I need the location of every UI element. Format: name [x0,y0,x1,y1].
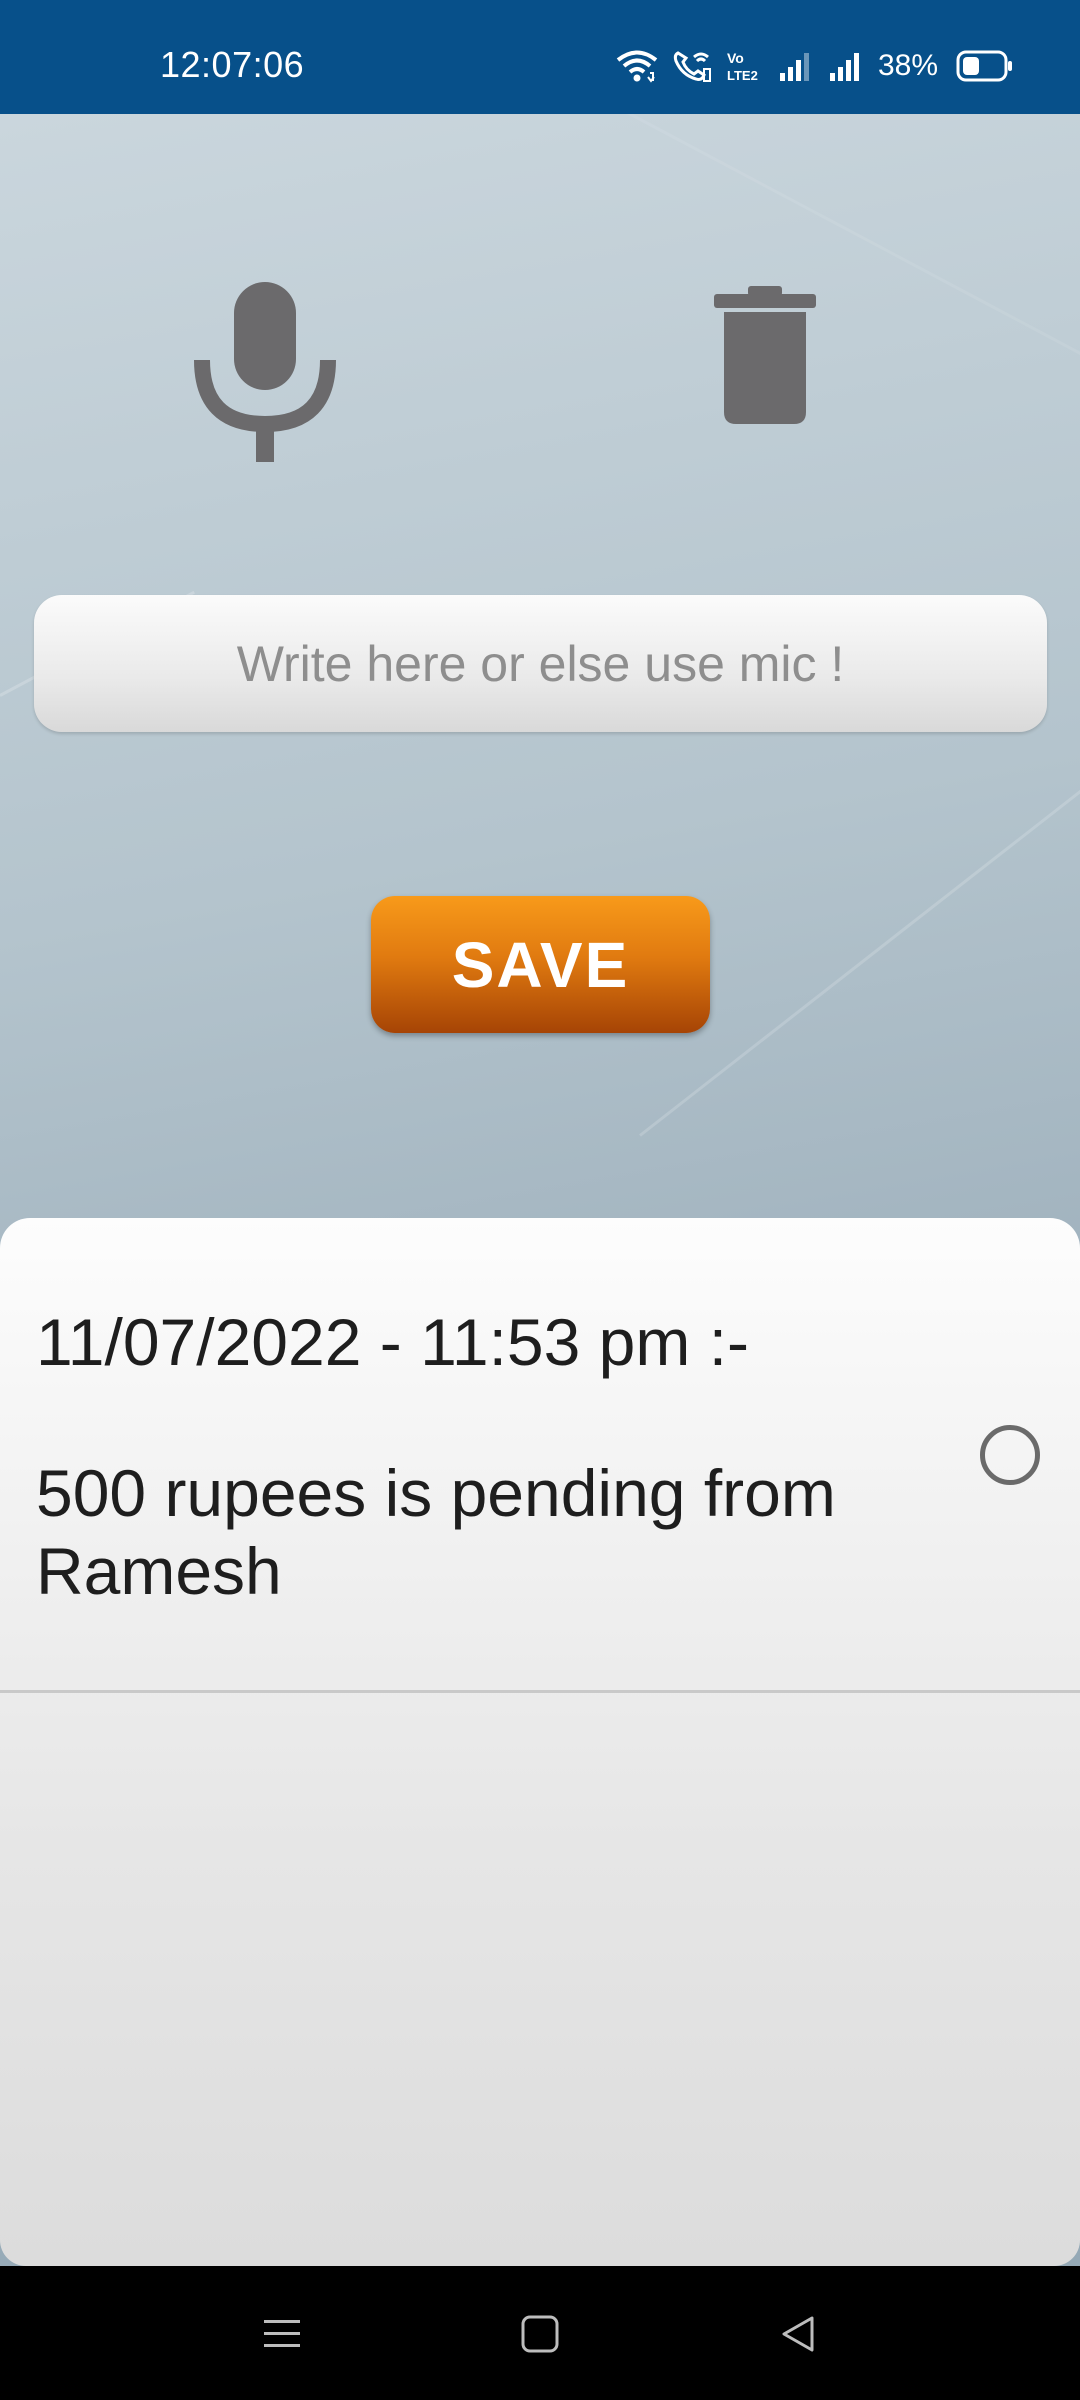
note-text: 500 rupees is pending from Ramesh [36,1456,836,1608]
trash-icon [710,284,820,439]
home-icon[interactable] [510,2304,570,2364]
back-icon[interactable] [768,2304,828,2364]
note-timestamp: 11/07/2022 - 11:53 pm :- [36,1305,750,1379]
note-input[interactable] [34,595,1047,732]
signal-icon-sim2 [828,49,864,83]
status-bar: 12:07:06 Vo LTE2 38% [0,0,1080,114]
microphone-icon [190,274,340,469]
delete-button[interactable] [700,284,830,444]
battery-icon [956,50,1014,82]
wifi-icon [616,49,658,83]
app-screen: 12:07:06 Vo LTE2 38% Write here or else … [0,0,1080,2400]
status-icons: Vo LTE2 38% [616,44,1014,88]
volte-icon: Vo LTE2 [726,49,764,83]
signal-icon-sim1 [778,49,814,83]
list-item[interactable]: 11/07/2022 - 11:53 pm :- 500 rupees is p… [0,1218,1080,1693]
mic-button[interactable] [190,274,340,464]
wifi-calling-icon [672,49,712,83]
notes-list: 11/07/2022 - 11:53 pm :- 500 rupees is p… [0,1218,1080,2266]
menu-icon[interactable] [252,2304,312,2364]
note-select-radio[interactable] [980,1425,1040,1485]
battery-percent: 38% [877,49,938,82]
svg-text:LTE2: LTE2 [727,68,758,83]
save-button[interactable]: SAVE [371,896,710,1033]
status-time: 12:07:06 [160,44,305,85]
navigation-bar [0,2266,1080,2400]
svg-text:Vo: Vo [727,50,744,66]
